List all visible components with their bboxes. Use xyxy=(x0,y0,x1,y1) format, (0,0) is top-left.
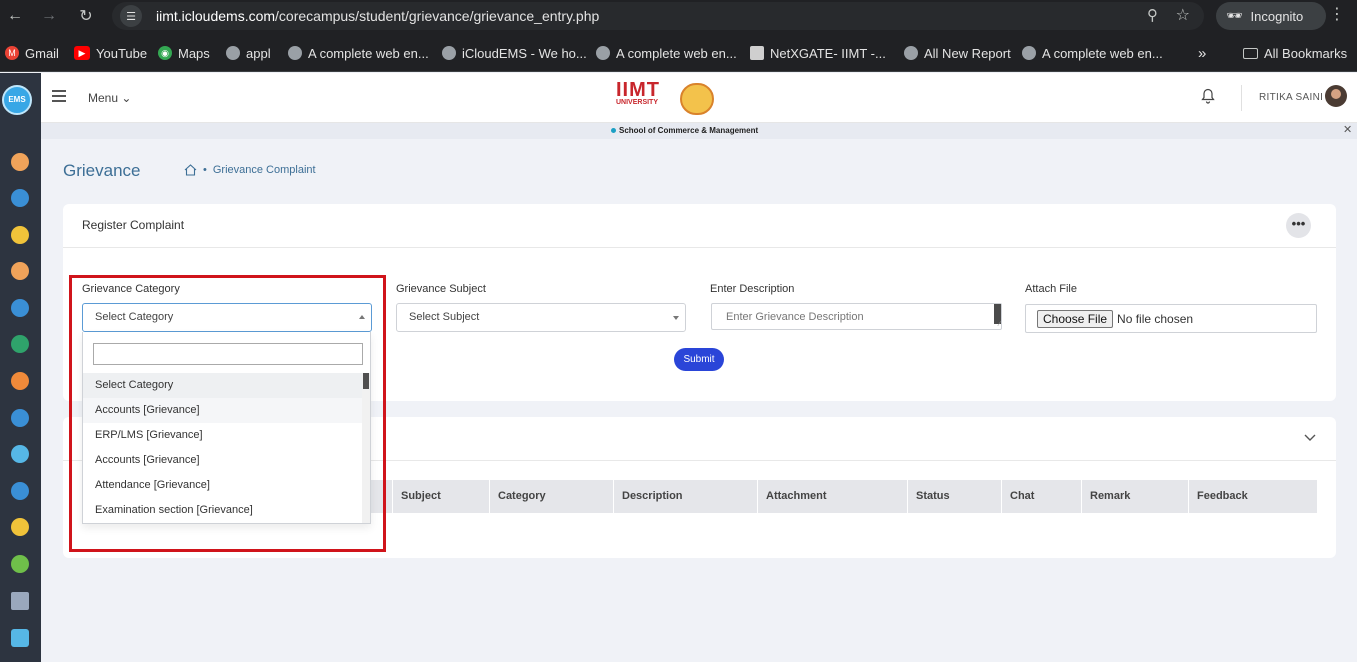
bookmark-netxgate[interactable]: NetXGATE- IIMT -... xyxy=(750,44,886,62)
close-icon[interactable]: ✕ xyxy=(1343,123,1352,136)
chat-icon[interactable] xyxy=(11,445,29,463)
site-info-icon[interactable]: ☰ xyxy=(120,5,142,27)
gmail-icon: M xyxy=(5,46,19,60)
school-banner: School of Commerce & Management ✕ xyxy=(41,123,1357,139)
choose-file-button[interactable]: Choose File xyxy=(1037,309,1114,328)
bookmark-gmail[interactable]: M Gmail xyxy=(5,44,59,62)
bookmark-web-3[interactable]: A complete web en... xyxy=(1022,44,1163,62)
youtube-icon: ▶ xyxy=(74,46,90,60)
globe-icon xyxy=(904,46,918,60)
bookmark-web-1[interactable]: A complete web en... xyxy=(288,44,429,62)
bookmark-star-icon[interactable]: ☆ xyxy=(1176,5,1190,25)
form-icon[interactable] xyxy=(11,592,29,610)
profile-icon[interactable] xyxy=(11,518,29,536)
status-dot-icon xyxy=(611,128,616,133)
browser-menu-icon[interactable]: ⋮ xyxy=(1327,4,1347,28)
back-icon[interactable]: ← xyxy=(1,2,29,30)
hamburger-icon[interactable] xyxy=(52,90,66,102)
menu-dropdown[interactable]: Menu ⌄ xyxy=(88,91,131,105)
notes-icon[interactable] xyxy=(11,153,29,171)
reload-icon[interactable]: ↻ xyxy=(72,2,100,30)
dashboard-icon[interactable] xyxy=(11,189,29,207)
subject-select[interactable]: Select Subject xyxy=(396,303,686,332)
report-icon[interactable] xyxy=(11,629,29,647)
header-divider xyxy=(1241,85,1242,111)
bookmark-icloudems[interactable]: iCloudEMS - We ho... xyxy=(442,44,587,62)
logo-seal-icon xyxy=(680,83,714,115)
breadcrumb-current[interactable]: Grievance Complaint xyxy=(213,164,316,176)
school-name: School of Commerce & Management xyxy=(619,126,759,135)
home-icon[interactable] xyxy=(184,164,197,176)
description-input[interactable]: Enter Grievance Description ∕ xyxy=(711,303,1002,330)
breadcrumb-separator: • xyxy=(203,164,207,176)
bookmark-youtube[interactable]: ▶ YouTube xyxy=(74,44,147,62)
col-feedback[interactable]: Feedback xyxy=(1188,480,1317,513)
chevron-down-icon: ⌄ xyxy=(121,91,132,105)
bookmark-maps[interactable]: ◉ Maps xyxy=(158,44,210,62)
avatar[interactable] xyxy=(1325,85,1347,107)
user-name[interactable]: RITIKA SAINI xyxy=(1259,92,1323,103)
browser-toolbar: ← → ↻ ☰ iimt.icloudems.com/corecampus/st… xyxy=(0,0,1357,32)
bookmark-all-new-report[interactable]: All New Report xyxy=(904,44,1011,62)
left-sidebar: EMS xyxy=(0,73,41,662)
highlight-annotation xyxy=(69,275,386,552)
maps-icon: ◉ xyxy=(158,46,172,60)
col-chat[interactable]: Chat xyxy=(1001,480,1081,513)
file-label: Attach File xyxy=(1025,283,1077,295)
app-header: Menu ⌄ IIMT UNIVERSITY RITIKA SAINI xyxy=(41,73,1357,123)
file-input[interactable]: Choose File No file chosen xyxy=(1025,304,1317,333)
all-bookmarks[interactable]: All Bookmarks xyxy=(1243,44,1347,62)
col-attachment[interactable]: Attachment xyxy=(757,480,907,513)
bookmarks-bar: M Gmail ▶ YouTube ◉ Maps appl A complete we… xyxy=(0,32,1357,72)
ems-logo[interactable]: EMS xyxy=(2,85,32,115)
globe-icon xyxy=(226,46,240,60)
campus-icon[interactable] xyxy=(11,299,29,317)
iimt-logo[interactable]: IIMT UNIVERSITY xyxy=(616,80,716,118)
library-icon[interactable] xyxy=(11,372,29,390)
bell-icon[interactable] xyxy=(1201,88,1215,104)
globe-icon xyxy=(1022,46,1036,60)
col-status[interactable]: Status xyxy=(907,480,1001,513)
description-label: Enter Description xyxy=(710,283,795,295)
bookmark-web-2[interactable]: A complete web en... xyxy=(596,44,737,62)
incognito-indicator[interactable]: 🕶 Incognito xyxy=(1216,2,1326,30)
col-subject[interactable]: Subject xyxy=(392,480,489,513)
resize-grip-icon[interactable]: ∕ xyxy=(999,321,1000,328)
forward-icon[interactable]: → xyxy=(35,2,63,30)
address-bar[interactable]: ☰ iimt.icloudems.com/corecampus/student/… xyxy=(112,2,1204,30)
people-icon[interactable] xyxy=(11,409,29,427)
url-text[interactable]: iimt.icloudems.com/corecampus/student/gr… xyxy=(156,8,599,24)
folder-icon xyxy=(1243,47,1258,59)
fees-icon[interactable] xyxy=(11,226,29,244)
col-remark[interactable]: Remark xyxy=(1081,480,1188,513)
netxgate-icon xyxy=(750,46,764,60)
more-bookmarks-icon[interactable]: » xyxy=(1198,44,1206,62)
more-options-icon[interactable]: ••• xyxy=(1286,213,1311,238)
transport-icon[interactable] xyxy=(11,555,29,573)
col-category[interactable]: Category xyxy=(489,480,613,513)
incognito-label: Incognito xyxy=(1250,8,1304,24)
globe-icon xyxy=(442,46,456,60)
no-file-text: No file chosen xyxy=(1117,311,1194,326)
caret-down-icon xyxy=(673,316,679,320)
student-icon[interactable] xyxy=(11,335,29,353)
col-description[interactable]: Description xyxy=(613,480,757,513)
zoom-icon[interactable]: ⚲ xyxy=(1147,6,1158,24)
globe-icon xyxy=(288,46,302,60)
card-title: Register Complaint xyxy=(82,218,185,232)
incognito-icon: 🕶 xyxy=(1226,8,1243,23)
bookmark-appl[interactable]: appl xyxy=(226,44,271,62)
documents-icon[interactable] xyxy=(11,262,29,280)
page-title: Grievance xyxy=(63,161,141,180)
breadcrumb: • Grievance Complaint xyxy=(184,164,316,176)
globe-icon xyxy=(596,46,610,60)
subject-label: Grievance Subject xyxy=(396,283,486,295)
submit-button[interactable]: Submit xyxy=(674,348,724,371)
chevron-down-icon[interactable] xyxy=(1304,431,1316,443)
info-icon[interactable] xyxy=(11,482,29,500)
